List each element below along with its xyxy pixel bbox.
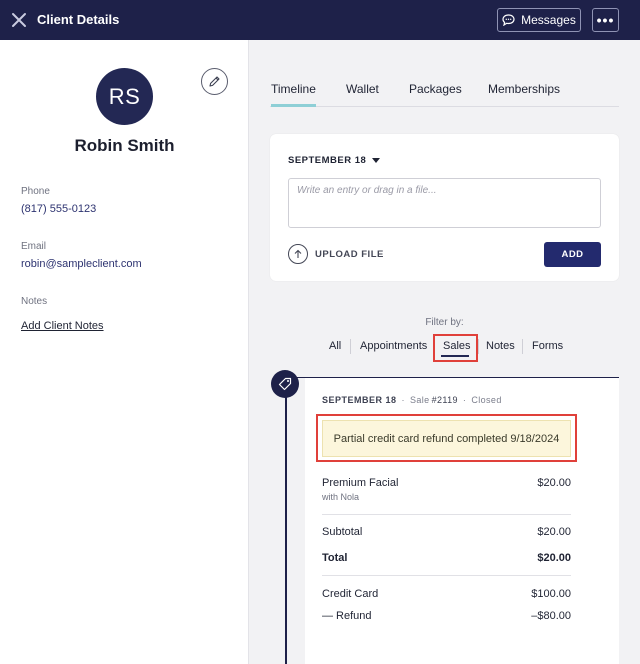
sale-header: SEPTEMBER 18 · Sale #2119 · Closed xyxy=(322,395,502,405)
sale-date: SEPTEMBER 18 xyxy=(322,395,397,405)
sales-highlight-box xyxy=(433,334,478,362)
client-name: Robin Smith xyxy=(74,136,175,155)
item-staff: with Nola xyxy=(322,492,360,502)
timeline-line xyxy=(285,395,287,664)
notes-label: Notes xyxy=(21,296,48,307)
refund-label: — Refund xyxy=(322,610,372,622)
item-price: $20.00 xyxy=(537,477,571,489)
avatar: RS xyxy=(96,68,153,125)
entry-textarea[interactable] xyxy=(288,178,601,228)
total-label: Total xyxy=(322,552,348,564)
more-options-button[interactable]: ••• xyxy=(592,8,619,32)
subtotal-value: $20.00 xyxy=(537,526,571,538)
add-entry-button[interactable]: ADD xyxy=(544,242,601,267)
filter-forms[interactable]: Forms xyxy=(532,340,563,352)
total-value: $20.00 xyxy=(537,552,571,564)
add-client-notes-link[interactable]: Add Client Notes xyxy=(21,320,104,332)
upload-file-label: UPLOAD FILE xyxy=(315,248,384,260)
tab-wallet[interactable]: Wallet xyxy=(346,82,379,107)
more-dots-icon: ••• xyxy=(596,12,615,28)
separator-dot: · xyxy=(401,395,405,405)
tab-packages[interactable]: Packages xyxy=(409,82,462,107)
client-tabs: Timeline Wallet Packages Memberships xyxy=(270,80,619,107)
filter-appointments[interactable]: Appointments xyxy=(360,340,427,352)
payment-method: Credit Card xyxy=(322,588,379,600)
caret-down-icon xyxy=(372,158,381,163)
divider xyxy=(322,514,571,515)
refund-notice: Partial credit card refund completed 9/1… xyxy=(322,420,571,457)
close-icon[interactable] xyxy=(10,11,28,29)
subtotal-label: Subtotal xyxy=(322,526,363,538)
upload-arrow-icon xyxy=(288,244,308,264)
sale-prefix: Sale xyxy=(409,395,430,405)
phone-label: Phone xyxy=(21,186,50,197)
tab-timeline[interactable]: Timeline xyxy=(271,82,316,107)
page-title: Client Details xyxy=(37,12,120,27)
email-label: Email xyxy=(21,241,47,252)
item-name: Premium Facial xyxy=(322,477,399,489)
sale-number-link[interactable]: #2119 xyxy=(432,395,458,405)
entry-date-label: SEPTEMBER 18 xyxy=(288,155,367,166)
sale-tag-icon xyxy=(271,370,299,398)
refund-amount: –$80.00 xyxy=(531,610,571,622)
divider xyxy=(322,575,571,576)
separator-dot: · xyxy=(462,395,467,405)
messages-button[interactable]: Messages xyxy=(497,8,581,32)
payment-amount: $100.00 xyxy=(531,588,571,600)
email-value[interactable]: robin@sampleclient.com xyxy=(21,258,142,270)
filter-notes[interactable]: Notes xyxy=(486,340,515,352)
filter-separator xyxy=(522,339,523,354)
top-bar: Client Details Messages ••• xyxy=(0,0,640,40)
pencil-icon xyxy=(209,76,220,87)
new-entry-card: SEPTEMBER 18 UPLOAD FILE ADD xyxy=(270,134,619,281)
filter-all[interactable]: All xyxy=(329,340,341,352)
sale-status: Closed xyxy=(471,395,502,405)
messages-label: Messages xyxy=(521,13,576,27)
filter-separator xyxy=(350,339,351,354)
filter-label: Filter by: xyxy=(425,317,464,328)
filter-separator xyxy=(478,339,479,354)
client-sidebar: RS Robin Smith Phone (817) 555-0123 Emai… xyxy=(0,40,249,664)
edit-client-button[interactable] xyxy=(201,68,228,95)
entry-date-dropdown[interactable]: SEPTEMBER 18 xyxy=(288,155,381,166)
sale-card[interactable]: SEPTEMBER 18 · Sale #2119 · Closed Parti… xyxy=(305,378,619,664)
phone-value[interactable]: (817) 555-0123 xyxy=(21,203,96,215)
tab-memberships[interactable]: Memberships xyxy=(488,82,560,107)
chat-bubble-icon xyxy=(502,14,515,26)
upload-file-button[interactable]: UPLOAD FILE xyxy=(288,244,384,264)
